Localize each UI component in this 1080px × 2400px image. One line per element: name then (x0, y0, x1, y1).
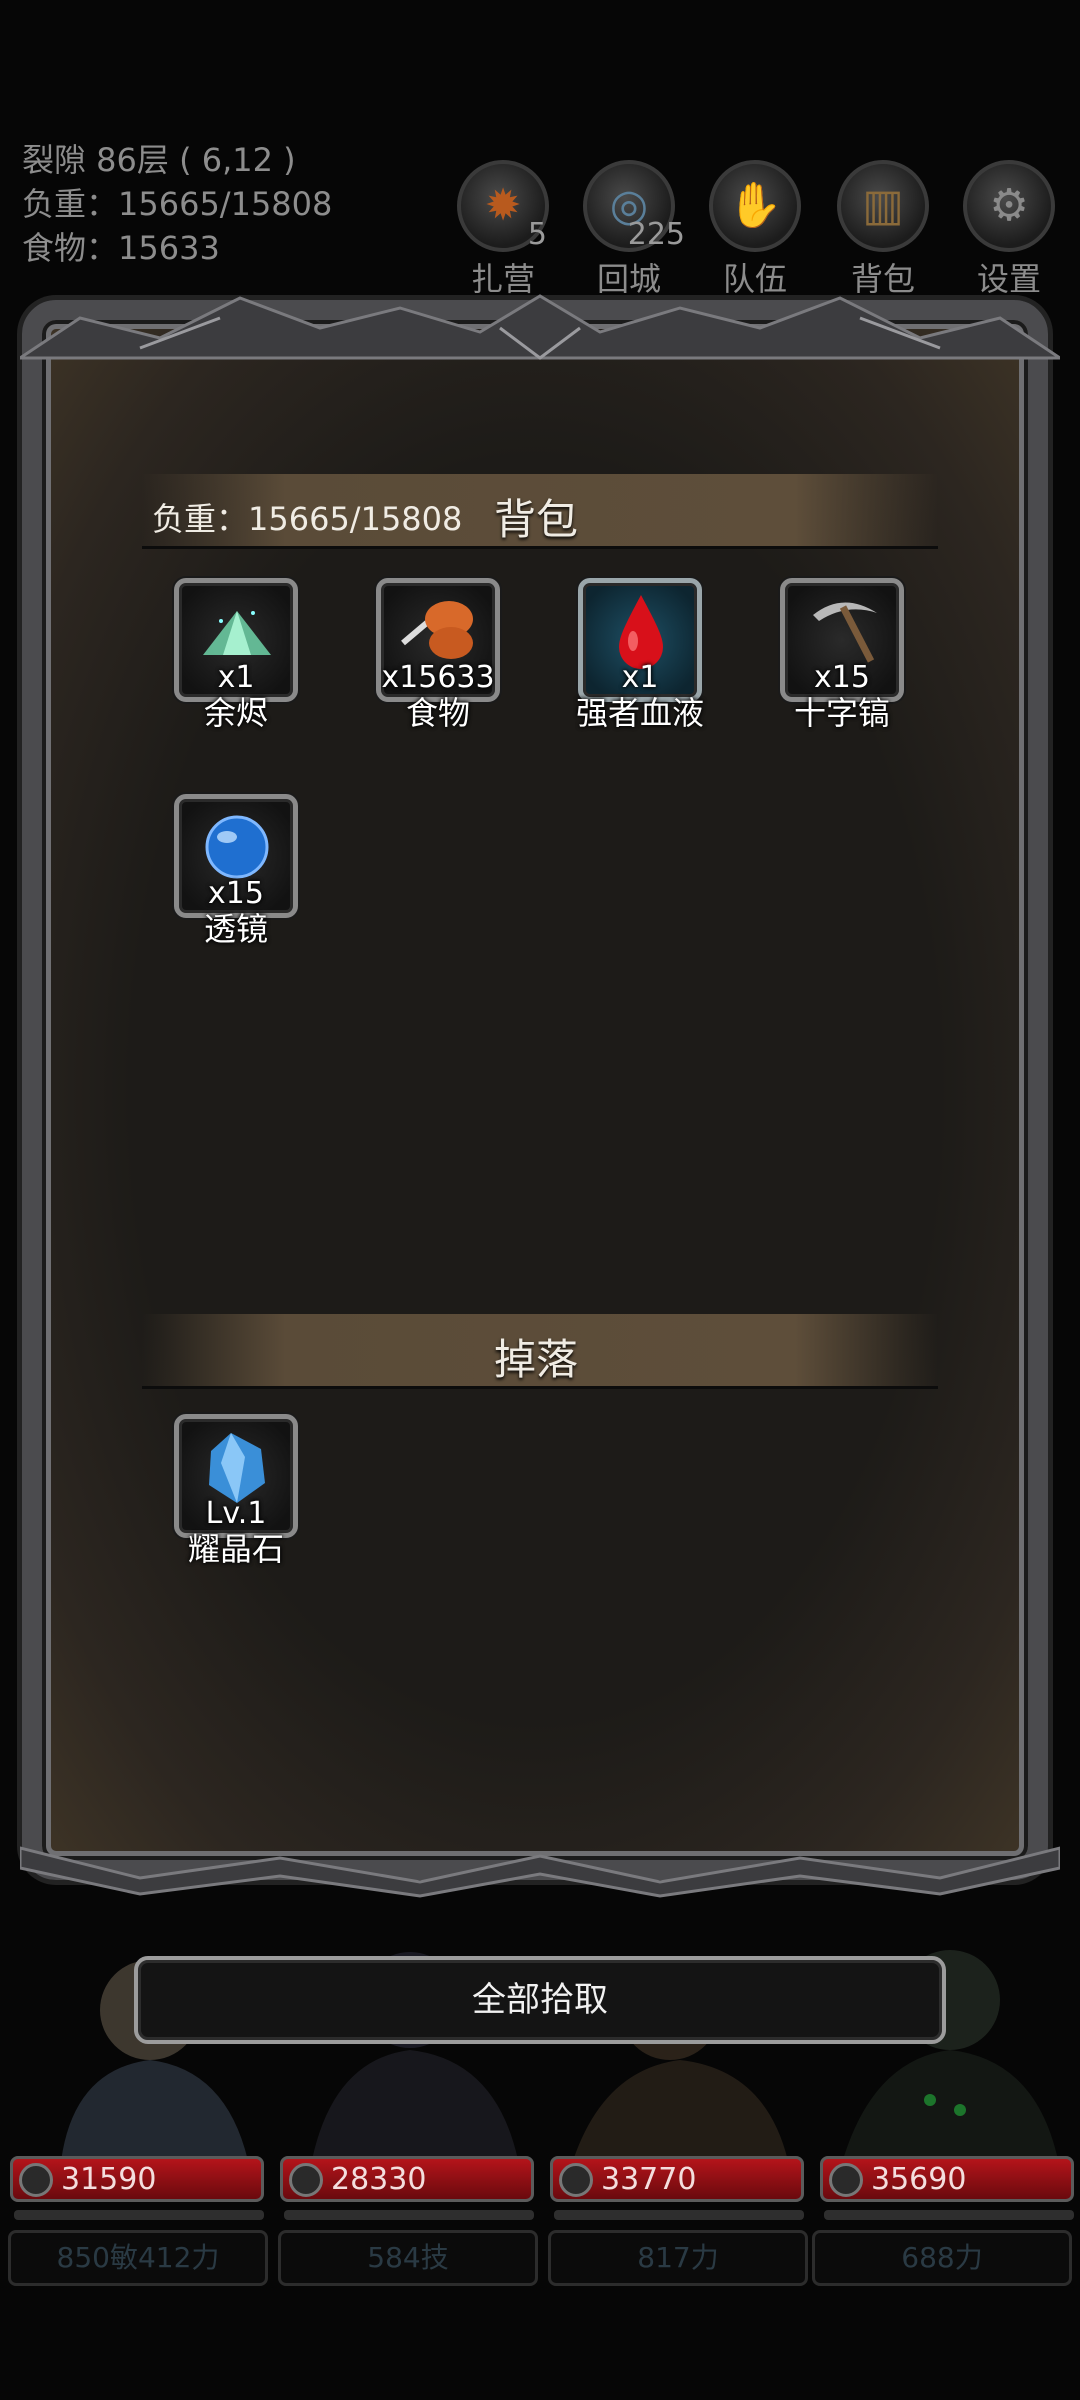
hero-hp-value: 31590 (61, 2162, 157, 2197)
gear-icon: ⚙ (963, 160, 1055, 252)
settings-button[interactable]: ⚙ 设置 (954, 160, 1064, 300)
hero-stat: 584技 (278, 2230, 538, 2286)
hero-stat: 850敏412力 (8, 2230, 268, 2286)
backpack-button[interactable]: ▥ 背包 (828, 160, 938, 300)
hero-hp-bar: 31590 (10, 2156, 264, 2202)
hero-stamina-bar (554, 2210, 804, 2220)
weight-label: 负重：15665/15808 (22, 185, 333, 223)
camp-button[interactable]: ✹ 5 扎营 (448, 160, 558, 300)
drops-header: 掉落 (142, 1314, 938, 1389)
lens-orb-icon (205, 815, 269, 879)
sword-icon (19, 2163, 53, 2197)
hero-stat: 817力 (548, 2230, 808, 2286)
team-button[interactable]: ✋ 队伍 (700, 160, 810, 300)
team-hand-icon: ✋ (709, 160, 801, 252)
item-name: 透镜 (203, 910, 268, 948)
hero-stamina-bar (14, 2210, 264, 2220)
pickaxe-icon (813, 602, 877, 663)
pickup-all-button[interactable]: 全部拾取 (134, 1956, 946, 2044)
hero-hp-bar: 33770 (550, 2156, 804, 2202)
sword-icon (289, 2163, 323, 2197)
hero-hp-value: 28330 (331, 2162, 427, 2197)
status-info: 裂隙 86层 ( 6,12 ) 负重：15665/15808 食物：15633 (22, 138, 332, 270)
item-slot-ember[interactable]: x1 余烬 (166, 578, 306, 734)
camp-count: 5 (527, 217, 547, 252)
item-slot-food[interactable]: x15633 食物 (368, 578, 508, 734)
hero-hp-bar: 28330 (280, 2156, 534, 2202)
hero-hp-value: 33770 (601, 2162, 697, 2197)
item-name: 十字镐 (793, 694, 890, 732)
backpack-weight: 负重：15665/15808 (152, 500, 463, 538)
sword-icon (559, 2163, 593, 2197)
item-slot-strong-blood[interactable]: x1 强者血液 (570, 578, 710, 734)
hero-stamina-bar (284, 2210, 534, 2220)
hero-stat: 688力 (812, 2230, 1072, 2286)
hero-hp-value: 35690 (871, 2162, 967, 2197)
drops-title: 掉落 (494, 1335, 579, 1384)
location-label: 裂隙 86层 ( 6,12 ) (22, 141, 296, 179)
hero-hp-bar: 35690 (820, 2156, 1074, 2202)
item-name: 食物 (405, 694, 470, 732)
ember-icon (203, 611, 271, 655)
backpack-header: 负重：15665/15808 背包 (142, 474, 938, 549)
sword-icon (829, 2163, 863, 2197)
portal-icon: ◎ 225 (583, 160, 685, 252)
crystal-icon (209, 1433, 265, 1503)
item-slot-pickaxe[interactable]: x15 十字镐 (772, 578, 912, 734)
return-town-button[interactable]: ◎ 225 回城 (574, 160, 685, 300)
hero-stamina-bar (824, 2210, 1074, 2220)
meat-icon (401, 601, 473, 659)
item-name: 耀晶石 (187, 1530, 284, 1568)
item-name: 余烬 (203, 694, 268, 732)
barrel-icon: ▥ (837, 160, 929, 252)
frame-bottom-ornament (18, 1838, 1062, 1898)
backpack-title: 背包 (494, 495, 579, 544)
item-name: 强者血液 (575, 694, 704, 732)
frame-top-ornament (15, 288, 1065, 368)
blood-drop-icon (619, 595, 663, 669)
item-slot-lens[interactable]: x15 透镜 (166, 794, 306, 950)
food-label: 食物：15633 (22, 229, 220, 267)
return-count: 225 (627, 217, 685, 252)
drop-slot-crystal[interactable]: Lv.1 耀晶石 (166, 1414, 306, 1570)
campfire-icon: ✹ 5 (457, 160, 549, 252)
